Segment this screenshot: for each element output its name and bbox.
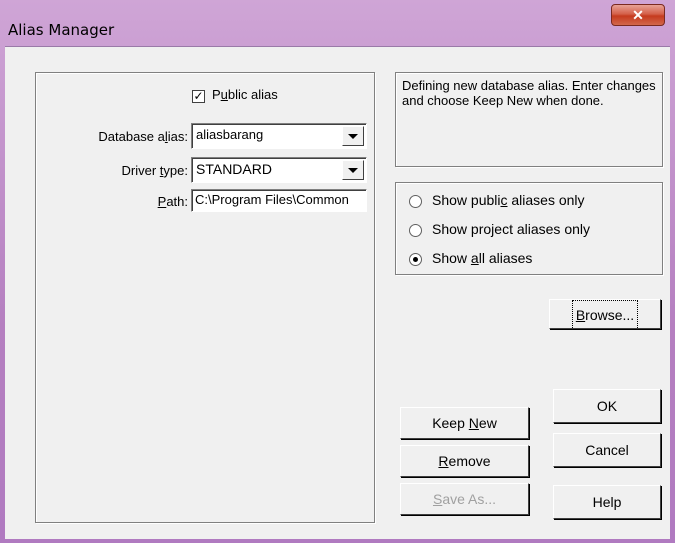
check-icon: ✓ (193, 89, 204, 103)
radio-public-aliases[interactable] (409, 195, 422, 208)
dialog-client-area: ✓ Public alias Database alias: aliasbara… (5, 46, 670, 539)
title-bar[interactable]: Alias Manager ✕ (0, 0, 675, 46)
chevron-down-icon[interactable] (342, 160, 364, 180)
alias-settings-panel: ✓ Public alias Database alias: aliasbara… (35, 72, 375, 523)
database-alias-label: Database alias: (98, 129, 188, 144)
database-alias-value: aliasbarang (196, 127, 264, 142)
radio-public-aliases-label[interactable]: Show public aliases only (432, 192, 585, 208)
radio-project-aliases-label[interactable]: Show project aliases only (432, 221, 590, 237)
public-alias-label[interactable]: Public alias (212, 87, 278, 102)
radio-all-aliases-label[interactable]: Show all aliases (432, 250, 532, 266)
path-input[interactable]: C:\Program Files\Common (191, 189, 367, 212)
close-icon: ✕ (632, 7, 644, 23)
database-alias-combobox[interactable]: aliasbarang (191, 123, 367, 149)
path-label: Path: (157, 194, 188, 209)
alias-filter-group: Show public aliases only Show project al… (395, 182, 663, 275)
chevron-down-icon[interactable] (342, 126, 364, 146)
help-button[interactable]: Help (553, 485, 661, 519)
driver-type-label: Driver type: (121, 163, 188, 178)
alias-manager-window: Alias Manager ✕ ✓ Public alias Database … (0, 0, 675, 543)
public-alias-checkbox[interactable]: ✓ (192, 90, 205, 103)
driver-type-combobox[interactable]: STANDARD (191, 157, 367, 183)
cancel-button[interactable]: Cancel (553, 433, 661, 467)
radio-project-aliases[interactable] (409, 224, 422, 237)
browse-button[interactable]: Browse... (549, 299, 661, 330)
ok-button[interactable]: OK (553, 389, 661, 423)
window-title: Alias Manager (8, 21, 115, 39)
save-as-button[interactable]: Save As... (400, 483, 529, 515)
status-message-text: Defining new database alias. Enter chang… (402, 78, 656, 108)
keep-new-button[interactable]: Keep New (400, 407, 529, 439)
close-button[interactable]: ✕ (611, 4, 665, 26)
status-message-box: Defining new database alias. Enter chang… (395, 72, 663, 167)
radio-all-aliases[interactable] (409, 253, 422, 266)
remove-button[interactable]: Remove (400, 445, 529, 477)
driver-type-value: STANDARD (196, 161, 272, 177)
path-value: C:\Program Files\Common (195, 192, 349, 207)
